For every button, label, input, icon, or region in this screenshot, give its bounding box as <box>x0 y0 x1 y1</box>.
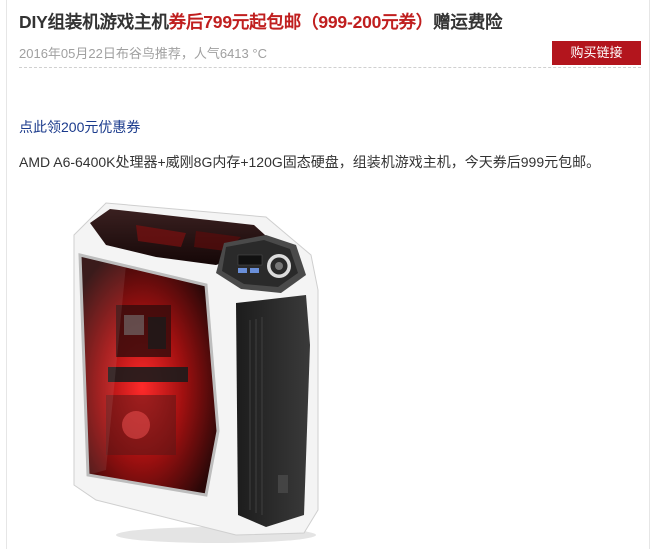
product-description: AMD A6-6400K处理器+威刚8G内存+120G固态硬盘，组装机游戏主机，… <box>19 154 601 170</box>
title-price: 券后799元起包邮（999-200元券） <box>168 12 434 32</box>
post-meta: 2016年05月22日布谷鸟推荐，人气6413 °C <box>19 46 267 61</box>
post-title: DIY组装机游戏主机券后799元起包邮（999-200元券）赠运费险 <box>19 9 502 34</box>
coupon-link[interactable]: 点此领200元优惠券 <box>19 117 140 137</box>
buy-link-button[interactable]: 购买链接 <box>552 41 641 65</box>
title-main: DIY组装机游戏主机 <box>19 12 169 32</box>
pc-case-image[interactable] <box>66 195 328 545</box>
title-extra: 赠运费险 <box>433 12 503 32</box>
divider <box>19 67 641 68</box>
